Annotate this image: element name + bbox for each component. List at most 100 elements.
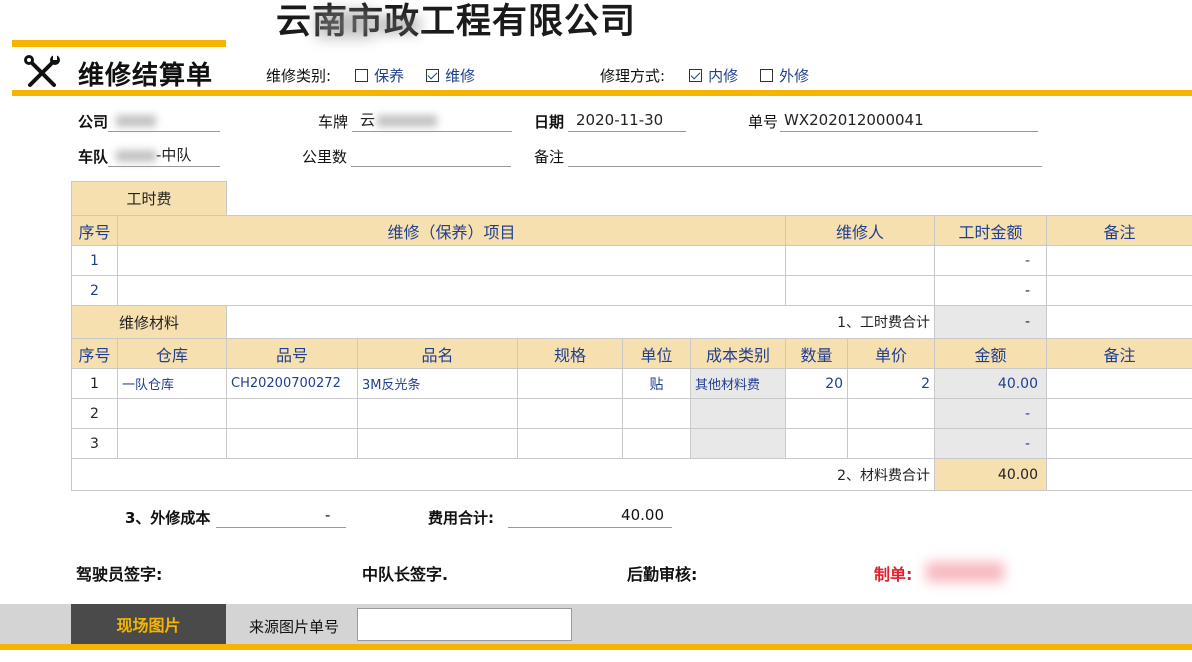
- unit-cell[interactable]: [622, 428, 692, 459]
- company-field: 公司: [78, 110, 221, 132]
- source-photo-input[interactable]: [357, 608, 572, 641]
- labor-item-cell[interactable]: [116, 245, 787, 276]
- qty-cell[interactable]: [785, 398, 849, 429]
- external-cost-label: 3、外修成本: [125, 509, 211, 527]
- price-cell[interactable]: [847, 398, 936, 429]
- repair-category-label: 维修类别:: [266, 67, 332, 85]
- spec-cell[interactable]: [517, 368, 624, 399]
- checkbox-checked[interactable]: [689, 69, 703, 82]
- team-label: 车队: [78, 148, 109, 166]
- unit-cell[interactable]: [622, 398, 692, 429]
- checkbox-unchecked[interactable]: [760, 69, 774, 82]
- remark-label: 备注: [534, 148, 565, 166]
- col-header: 金额: [934, 338, 1048, 369]
- redaction-blur: [116, 149, 157, 162]
- form-title-block: 维修结算单: [12, 40, 226, 91]
- date-field: 日期 2020-11-30: [534, 110, 687, 132]
- warehouse-cell[interactable]: [116, 398, 228, 429]
- price-cell[interactable]: [847, 428, 936, 459]
- remark-input[interactable]: [568, 145, 1043, 167]
- tools-icon: [24, 55, 60, 87]
- materials-total-label: 2、材料费合计: [70, 458, 936, 491]
- repair-method-group: 修理方式: 内修 外修: [600, 65, 825, 86]
- table-row: 1 一队仓库 CH20200700272 3M反光条 贴 其他材料费 20 2 …: [71, 368, 1192, 399]
- mileage-input[interactable]: [351, 145, 512, 167]
- captain-signature: 中队长签字.: [362, 565, 449, 584]
- checkbox-checked[interactable]: [426, 69, 440, 82]
- row-number: 1: [71, 245, 118, 276]
- company-input[interactable]: [108, 110, 221, 132]
- qty-cell[interactable]: [785, 428, 849, 459]
- checkbox-repair[interactable]: 维修: [426, 65, 475, 86]
- row-number: 2: [71, 398, 118, 429]
- item-code-cell[interactable]: [226, 398, 359, 429]
- table-row: 3 -: [71, 428, 1192, 459]
- labor-total-value: -: [934, 305, 1048, 339]
- col-header: 工时金额: [934, 215, 1048, 246]
- spec-cell[interactable]: [517, 428, 624, 459]
- warehouse-cell[interactable]: 一队仓库: [116, 368, 228, 399]
- remark-cell[interactable]: [1046, 368, 1192, 399]
- order-label: 单号: [748, 113, 779, 131]
- remark-cell[interactable]: [1046, 398, 1192, 429]
- item-name-cell[interactable]: [357, 428, 519, 459]
- labor-item-cell[interactable]: [116, 275, 787, 306]
- source-photo-label: 来源图片单号: [249, 618, 340, 636]
- unit-cell[interactable]: 贴: [622, 368, 692, 399]
- row-number: 2: [71, 275, 118, 306]
- item-name-cell[interactable]: 3M反光条: [357, 368, 519, 399]
- qty-cell[interactable]: 20: [785, 368, 849, 399]
- labor-tab[interactable]: 工时费: [70, 181, 228, 216]
- checkbox-maintenance[interactable]: 保养: [355, 65, 404, 86]
- col-header: 备注: [1046, 338, 1192, 369]
- external-cost-value: -: [216, 504, 347, 528]
- amount-cell: -: [934, 428, 1048, 459]
- labor-worker-cell[interactable]: [785, 245, 936, 276]
- warehouse-cell[interactable]: [116, 428, 228, 459]
- cost-type-cell[interactable]: [690, 428, 787, 459]
- cost-type-cell[interactable]: [690, 398, 787, 429]
- spec-cell[interactable]: [517, 398, 624, 429]
- plate-label: 车牌: [318, 113, 349, 131]
- labor-amount-cell[interactable]: -: [934, 245, 1048, 276]
- item-name-cell[interactable]: [357, 398, 519, 429]
- col-header: 仓库: [116, 338, 228, 369]
- col-header: 单价: [847, 338, 936, 369]
- item-code-cell[interactable]: CH20200700272: [226, 368, 359, 399]
- labor-remark-cell[interactable]: [1046, 245, 1192, 276]
- team-input[interactable]: -中队: [108, 145, 221, 167]
- date-input[interactable]: 2020-11-30: [568, 110, 687, 132]
- materials-total-row: 2、材料费合计 40.00: [70, 458, 1192, 491]
- site-photos-button[interactable]: 现场图片: [71, 604, 226, 644]
- item-code-cell[interactable]: [226, 428, 359, 459]
- labor-worker-cell[interactable]: [785, 275, 936, 306]
- col-header: 成本类别: [690, 338, 787, 369]
- price-cell[interactable]: 2: [847, 368, 936, 399]
- driver-signature: 驾驶员签字:: [76, 565, 163, 584]
- remark-cell[interactable]: [1046, 428, 1192, 459]
- labor-amount-cell[interactable]: -: [934, 275, 1048, 306]
- order-input[interactable]: WX202012000041: [780, 110, 1039, 132]
- col-header: 序号: [71, 338, 118, 369]
- cost-type-cell[interactable]: 其他材料费: [690, 368, 787, 399]
- row-number: 3: [71, 428, 118, 459]
- labor-remark-cell[interactable]: [1046, 275, 1192, 306]
- mileage-field: 公里数: [302, 145, 512, 167]
- total-cost-label: 费用合计:: [428, 509, 494, 527]
- row-number: 1: [71, 368, 118, 399]
- materials-tab[interactable]: 维修材料: [70, 305, 228, 339]
- settlement-table: 工时费 序号 维修（保养）项目 维修人 工时金额 备注 1 - 2 - 维修材料: [70, 181, 1192, 491]
- checkbox-unchecked[interactable]: [355, 69, 369, 82]
- plate-input[interactable]: 云: [352, 110, 513, 132]
- labor-total-label: 1、工时费合计: [226, 305, 936, 339]
- materials-header-row: 序号 仓库 品号 品名 规格 单位 成本类别 数量 单价 金额 备注: [71, 338, 1192, 369]
- checkbox-internal[interactable]: 内修: [689, 65, 738, 86]
- checkbox-label: 外修: [779, 67, 810, 85]
- col-header: 品名: [357, 338, 519, 369]
- redaction-blur: [116, 114, 157, 127]
- settlement-form: 云南市政工程有限公司 维修结算单 维修类别: 保养 维修 修理方式: 内修 外修…: [0, 0, 1192, 662]
- date-label: 日期: [534, 113, 565, 131]
- table-row: 2 -: [71, 275, 1192, 306]
- checkbox-external[interactable]: 外修: [760, 65, 809, 86]
- repair-method-label: 修理方式:: [600, 67, 666, 85]
